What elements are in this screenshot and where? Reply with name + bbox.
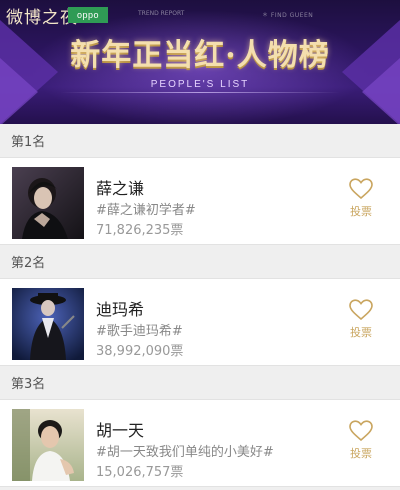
heart-outline-icon xyxy=(349,420,373,442)
rank-header: 第2名 xyxy=(0,245,400,278)
heart-outline-icon xyxy=(349,178,373,200)
header-banner: 微博之夜 oppo TREND REPORT ＊ FIND GUEEN 新年正当… xyxy=(0,0,400,124)
topic-hashtag[interactable]: #胡一天致我们单纯的小美好# xyxy=(96,441,274,460)
rank-header: 第3名 xyxy=(0,366,400,399)
list-item[interactable]: 迪玛希 #歌手迪玛希# 38,992,090票 投票 xyxy=(0,278,400,366)
vote-count: 38,992,090票 xyxy=(96,344,184,359)
topic-hashtag[interactable]: #薛之谦初学者# xyxy=(96,199,196,218)
heart-outline-icon xyxy=(349,299,373,321)
topic-hashtag[interactable]: #歌手迪玛希# xyxy=(96,320,183,339)
list-item[interactable]: 胡一天 #胡一天致我们单纯的小美好# 15,026,757票 投票 xyxy=(0,399,400,487)
avatar xyxy=(12,167,84,239)
avatar xyxy=(12,288,84,360)
rank-header: 第1名 xyxy=(0,124,400,157)
banner-title: 新年正当红·人物榜 xyxy=(70,38,330,73)
vote-label: 投票 xyxy=(350,205,372,218)
avatar xyxy=(12,409,84,481)
decorative-line xyxy=(60,92,340,93)
list-item[interactable]: 薛之谦 #薛之谦初学者# 71,826,235票 投票 xyxy=(0,157,400,245)
banner-small-caption-left: TREND REPORT xyxy=(138,10,185,17)
banner-subtitle: PEOPLE'S LIST xyxy=(150,79,250,90)
vote-count: 15,026,757票 xyxy=(96,465,184,480)
person-name: 胡一天 xyxy=(96,421,145,440)
vote-label: 投票 xyxy=(350,326,372,339)
vote-button[interactable]: 投票 xyxy=(344,299,378,347)
banner-small-caption-right: ＊ FIND GUEEN xyxy=(262,12,314,19)
person-name: 薛之谦 xyxy=(96,179,145,198)
person-name: 迪玛希 xyxy=(96,300,145,319)
vote-button[interactable]: 投票 xyxy=(344,420,378,468)
ranking-list: 第1名 薛之谦 #薛之谦初学者# 71,826,235票 投票 第2名 迪玛希 … xyxy=(0,124,400,487)
oppo-logo: oppo xyxy=(68,7,108,23)
vote-label: 投票 xyxy=(350,447,372,460)
vote-count: 71,826,235票 xyxy=(96,223,184,238)
vote-button[interactable]: 投票 xyxy=(344,178,378,226)
